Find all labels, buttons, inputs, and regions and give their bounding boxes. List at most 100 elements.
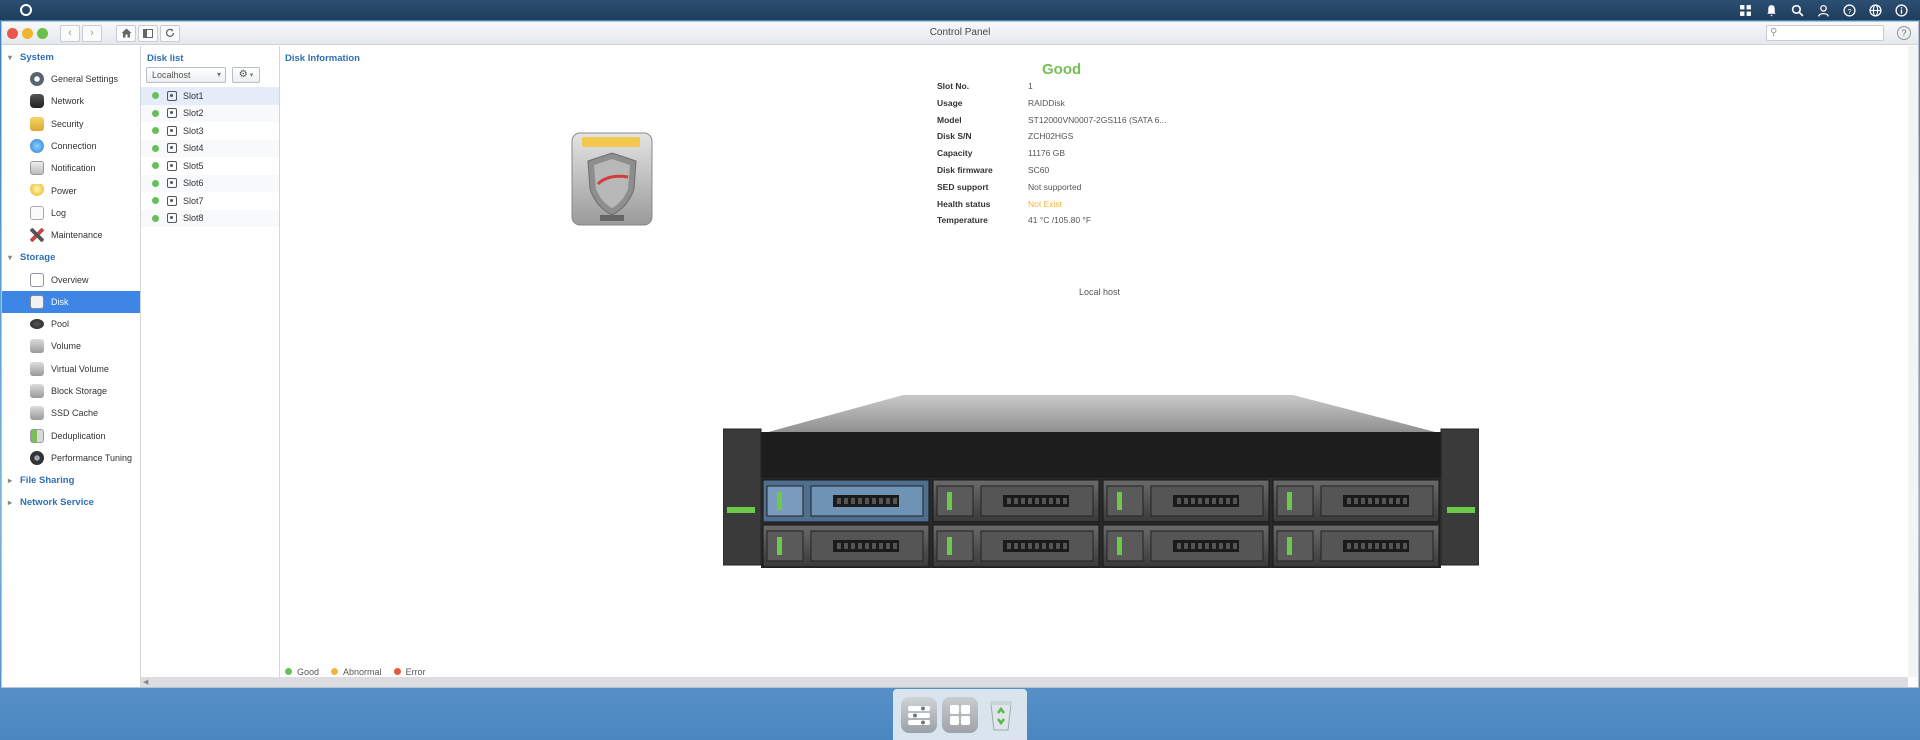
pool-icon (30, 319, 44, 330)
error-dot-icon (393, 668, 401, 675)
notification-icon (30, 161, 44, 176)
vertical-scrollbar[interactable] (1908, 46, 1918, 677)
drive-bay-slot5[interactable] (762, 524, 930, 568)
host-select-value: Localhost (152, 70, 191, 80)
nav-item-log[interactable]: Log (2, 202, 140, 224)
disk-slot-row[interactable]: Slot5 (141, 157, 279, 175)
property-row: SED support Not supported (937, 182, 1166, 199)
control-panel-dock-icon[interactable] (901, 696, 938, 733)
nav-item-label: Maintenance (51, 230, 103, 241)
nav-item-overview[interactable]: Overview (2, 268, 140, 290)
search-icon[interactable] (1791, 4, 1804, 17)
host-select[interactable]: Localhost ▾ (146, 67, 226, 83)
recycle-bin-dock-icon[interactable] (983, 697, 1019, 733)
nav-item-general-settings[interactable]: General Settings (2, 68, 140, 90)
legend-good-label: Good (297, 667, 320, 677)
nav-item-network[interactable]: Network (2, 90, 140, 112)
disk-slot-row[interactable]: Slot4 (141, 139, 279, 157)
drive-bay-slot6[interactable] (932, 524, 1100, 568)
nav-item-label: Disk (51, 296, 69, 307)
property-key: SED support (937, 181, 989, 192)
user-icon[interactable] (1817, 4, 1830, 17)
control-panel-window: ‹ › Control Panel ⚲ ? ▾ System General Se… (1, 21, 1919, 688)
section-label: Network Service (20, 496, 94, 508)
disk-info-title: Disk Information (285, 53, 360, 64)
apps-icon[interactable] (1739, 4, 1752, 17)
property-row: Health status Not Exist (937, 199, 1166, 216)
window-title: Control Panel (929, 27, 991, 38)
property-value: Not Exist (1028, 198, 1063, 209)
nav-item-label: Pool (51, 319, 70, 330)
help-icon[interactable]: ? (1843, 3, 1856, 17)
disk-slot-row[interactable]: Slot6 (141, 174, 279, 192)
nav-section-storage[interactable]: ▾ Storage (2, 246, 140, 268)
nav-item-maintenance[interactable]: Maintenance (2, 224, 140, 246)
hard-disk-shield-image (571, 132, 653, 226)
nav-item-security[interactable]: Security (2, 113, 140, 135)
legend-good: Good (285, 667, 319, 677)
property-key: Model (937, 114, 962, 125)
drive-bay-slot8[interactable] (1272, 524, 1440, 568)
legend-error-label: Error (405, 667, 426, 677)
nav-item-power[interactable]: Power (2, 179, 140, 201)
notification-bell-icon[interactable] (1765, 4, 1778, 17)
drive-bay-slot4[interactable] (1272, 479, 1440, 523)
property-row: Disk firmware SC60 (937, 165, 1166, 182)
nav-item-notification[interactable]: Notification (2, 157, 140, 179)
nav-item-label: Notification (51, 163, 96, 174)
nav-section-system[interactable]: ▾ System (2, 46, 140, 68)
nav-item-deduplication[interactable]: Deduplication (2, 424, 140, 446)
caret-down-icon: ▾ (8, 252, 13, 262)
performance-icon (30, 450, 44, 465)
drive-bay-slot2[interactable] (932, 479, 1100, 523)
drive-bay-slot1[interactable] (762, 479, 930, 523)
nav-item-ssd-cache[interactable]: SSD Cache (2, 402, 140, 424)
left-navigation: ▾ System General Settings Network Securit… (2, 46, 141, 687)
block-storage-icon (30, 384, 44, 398)
app-center-dock-icon[interactable] (941, 696, 978, 733)
help-button[interactable]: ? (1897, 26, 1911, 40)
search-input[interactable]: ⚲ (1766, 25, 1884, 41)
info-icon[interactable] (1895, 3, 1908, 17)
nav-item-label: Log (51, 207, 67, 218)
status-good-dot (152, 127, 159, 135)
hard-disk-icon (167, 178, 177, 189)
property-value: ST12000VN0007-2GS116 (SATA 6... (1028, 114, 1167, 125)
disk-slot-row[interactable]: Slot7 (141, 192, 279, 210)
nav-item-connection[interactable]: Connection (2, 135, 140, 157)
nav-section-file-sharing[interactable]: ▸ File Sharing (2, 469, 140, 491)
drive-bay-slot3[interactable] (1102, 479, 1270, 523)
nav-item-block-storage[interactable]: Block Storage (2, 380, 140, 402)
system-taskbar: ? (0, 0, 1920, 20)
drive-bay-slot7[interactable] (1102, 524, 1270, 568)
hard-disk-icon (167, 213, 177, 224)
disk-slot-row[interactable]: Slot2 (141, 104, 279, 122)
nav-section-network-service[interactable]: ▸ Network Service (2, 491, 140, 513)
disk-slot-row[interactable]: Slot8 (141, 209, 279, 227)
horizontal-scrollbar[interactable]: ◀ (141, 677, 1908, 687)
caret-right-icon: ▸ (8, 497, 13, 507)
window-titlebar: ‹ › Control Panel ⚲ ? (2, 22, 1918, 45)
disk-slot-row[interactable]: Slot1 (141, 87, 279, 105)
disk-actions-button[interactable]: ⚙ ▾ (232, 67, 260, 83)
nav-item-label: SSD Cache (51, 408, 99, 419)
status-good-dot (152, 144, 159, 152)
nav-item-pool[interactable]: Pool (2, 313, 140, 335)
status-good-dot (152, 179, 159, 187)
caret-down-icon: ▾ (8, 52, 13, 62)
status-legend: Good Abnormal Error (285, 667, 426, 677)
nav-item-disk[interactable]: Disk (2, 290, 140, 313)
nav-item-virtual-volume[interactable]: Virtual Volume (2, 358, 140, 380)
globe-icon[interactable] (1869, 3, 1882, 17)
power-icon (30, 183, 44, 198)
nav-item-label: Security (51, 118, 84, 129)
nav-item-volume[interactable]: Volume (2, 335, 140, 357)
disk-slot-row[interactable]: Slot3 (141, 122, 279, 140)
os-logo-icon[interactable] (20, 4, 32, 16)
nav-item-performance-tuning[interactable]: Performance Tuning (2, 447, 140, 469)
hard-disk-icon (167, 195, 177, 206)
slot-label: Slot6 (183, 178, 204, 189)
property-value: Not supported (1028, 181, 1082, 192)
nav-item-label: General Settings (51, 74, 119, 85)
property-row: Capacity 11176 GB (937, 148, 1166, 165)
